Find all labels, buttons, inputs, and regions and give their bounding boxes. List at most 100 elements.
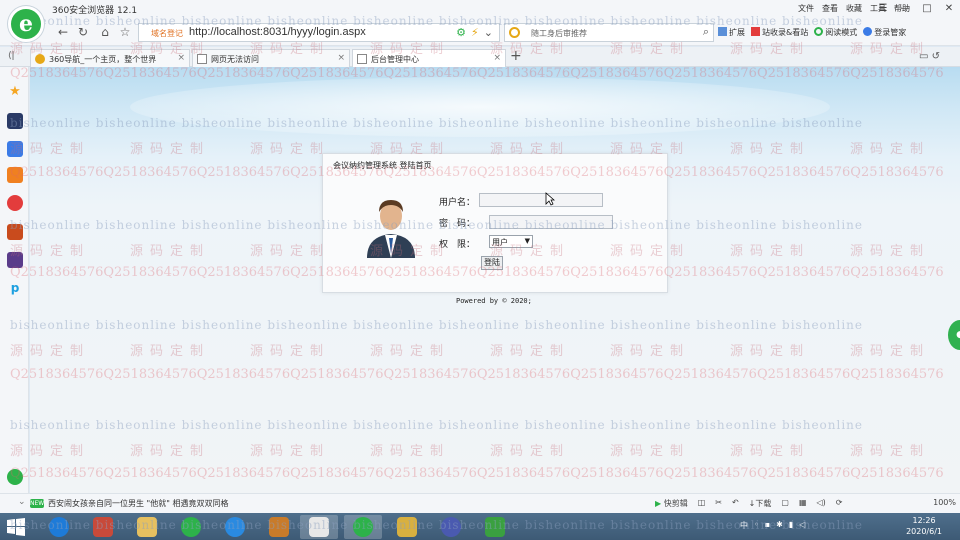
search-input[interactable]: 随工身后审推荐 [531, 28, 587, 39]
login-panel: 会议纳约管理系统 登陆首页 用户名： 密 码： 权 限： 用户 ▼ 登陆 [322, 153, 668, 293]
tab-list-icon[interactable]: ⟨| [8, 51, 15, 61]
web-page: 会议纳约管理系统 登陆首页 用户名： 密 码： 权 限： 用户 ▼ 登陆 Pow… [30, 67, 960, 493]
menu-favorites[interactable]: 收藏 [846, 3, 862, 14]
taskbar: 中 ◦ ▪ ✱ ▮ ◁ 12:26 2020/6/1 [0, 513, 960, 540]
star-icon[interactable]: ★ [7, 84, 23, 100]
app-icon[interactable] [7, 113, 23, 129]
news-badge: NEW [30, 499, 45, 508]
taskbar-paint[interactable] [84, 515, 122, 539]
dropdown-icon[interactable]: ⌄ [484, 26, 493, 39]
menu-view[interactable]: 查看 [822, 3, 838, 14]
taskbar-360-green[interactable] [172, 515, 210, 539]
taskbar-tool[interactable] [388, 515, 426, 539]
clock-time: 12:26 [912, 516, 936, 525]
toolbar-right: 扩展 站收录&看站 阅读模式 登录管家 [718, 27, 906, 38]
window-icon[interactable]: ▢ [781, 498, 789, 509]
tool-icon [397, 517, 417, 537]
extensions-button[interactable]: 扩展 [718, 27, 745, 38]
game-icon[interactable] [7, 167, 23, 183]
close-icon[interactable]: × [177, 53, 185, 63]
tray-icon[interactable]: ▪ [765, 520, 770, 531]
sync-icon[interactable]: ⟳ [836, 498, 843, 509]
page-icon [197, 54, 207, 64]
shop-icon[interactable] [7, 195, 23, 211]
close-button[interactable]: ✕ [938, 0, 960, 18]
game3-icon[interactable] [7, 252, 23, 268]
volume-icon[interactable]: ◁ [799, 520, 805, 531]
lightning-icon[interactable]: ⚡ [471, 26, 479, 39]
search-engine-icon[interactable] [509, 27, 520, 38]
taskbar-ie2[interactable] [216, 515, 254, 539]
folder-icon [137, 517, 157, 537]
user-icon [863, 27, 873, 36]
doc-icon[interactable] [7, 141, 23, 157]
taskbar-360-active[interactable] [344, 515, 382, 539]
capture-icon[interactable]: ◫ [698, 498, 706, 509]
shield-icon [485, 517, 505, 537]
new-tab-button[interactable]: + [510, 48, 522, 64]
sidebar: ★ p [0, 67, 29, 515]
browser-logo-icon[interactable]: e [8, 6, 44, 42]
bluetooth-icon[interactable]: ✱ [776, 520, 783, 531]
sound-icon[interactable]: ◁) [817, 498, 826, 509]
refresh-icon[interactable]: ↻ [76, 25, 90, 39]
game2-icon[interactable] [7, 224, 23, 240]
download-button[interactable]: ↓下载 [749, 498, 772, 509]
taskbar-java[interactable] [300, 515, 338, 539]
360-icon [35, 54, 45, 64]
tab-admin-center[interactable]: 后台管理中心 × [352, 49, 506, 67]
menu-file[interactable]: 文件 [798, 3, 814, 14]
tab-tools-icon[interactable]: ▭ ↺ [919, 51, 940, 62]
minimize-button[interactable]: — [894, 0, 916, 18]
taskbar-360-safe[interactable] [476, 515, 514, 539]
speed-icon[interactable]: ⚙ [456, 26, 466, 39]
chevron-down-icon[interactable]: ⌄ [18, 497, 26, 507]
windows-start-icon[interactable] [6, 517, 26, 537]
maximize-button[interactable]: □ [916, 0, 938, 18]
login-button[interactable]: 登陆 [481, 256, 503, 270]
window-title: 360安全浏览器 12.1 [52, 6, 138, 16]
taskbar-ie[interactable] [40, 515, 78, 539]
mouse-cursor-icon [545, 192, 555, 206]
clock[interactable]: 12:26 2020/6/1 [906, 515, 942, 537]
close-icon[interactable]: × [337, 53, 345, 63]
tool-icon[interactable]: ✂ [715, 498, 722, 509]
zoom-level[interactable]: 100% [933, 498, 956, 507]
reader-mode-button[interactable]: 阅读模式 [814, 27, 857, 38]
password-input[interactable] [489, 215, 613, 229]
favorite-star-icon[interactable]: ☆ [118, 25, 132, 39]
search-box[interactable]: 随工身后审推荐 ⌕ [504, 23, 714, 42]
taskbar-book[interactable] [260, 515, 298, 539]
address-bar[interactable]: 域名登记 http://localhost:8031/hyyy/login.as… [138, 23, 500, 42]
grid-icon[interactable]: ▦ [799, 498, 807, 509]
tab-360-nav[interactable]: 360导航_一个主页，整个世界 × [30, 49, 190, 67]
news-ticker-link[interactable]: 西安闹女孩亲自同一位男生 "他就" 相遇竟双双同格 [48, 498, 228, 509]
site-tools-button[interactable]: 站收录&看站 [751, 27, 808, 38]
url-input[interactable]: http://localhost:8031/hyyy/login.aspx [189, 26, 366, 38]
title-bar: 360安全浏览器 12.1 文件 查看 收藏 工具 帮助 ☰ — □ ✕ [0, 0, 960, 18]
role-select[interactable]: 用户 ▼ [489, 235, 533, 248]
username-label: 用户名： [439, 198, 476, 208]
home-icon[interactable]: ⌂ [98, 25, 112, 39]
back-icon[interactable]: ← [56, 25, 70, 39]
paint-icon [93, 517, 113, 537]
floating-assistant-icon[interactable]: ◐ [948, 320, 960, 350]
taskbar-chat[interactable] [432, 515, 470, 539]
security-label[interactable]: 域名登记 [151, 28, 183, 39]
network-icon[interactable]: ▮ [789, 520, 793, 531]
add-icon[interactable] [7, 469, 23, 485]
login-manager-button[interactable]: 登录管家 [863, 27, 906, 38]
tray-lang[interactable]: 中 [740, 520, 748, 531]
taskbar-explorer[interactable] [128, 515, 166, 539]
tray-icon[interactable]: ◦ [754, 520, 759, 531]
search-icon[interactable]: ⌕ [703, 25, 709, 39]
rewind-icon[interactable]: ↶ [732, 498, 739, 509]
video-edit-button[interactable]: ▶ 快剪辑 [655, 498, 688, 509]
chat-icon [441, 517, 461, 537]
menu-icon[interactable]: ☰ [872, 0, 894, 18]
close-icon[interactable]: × [493, 53, 501, 63]
tab-page-unreachable[interactable]: 网页无法访问 × [192, 49, 350, 67]
site-icon [751, 27, 760, 36]
username-input[interactable] [479, 193, 603, 207]
p-icon[interactable]: p [7, 280, 23, 296]
